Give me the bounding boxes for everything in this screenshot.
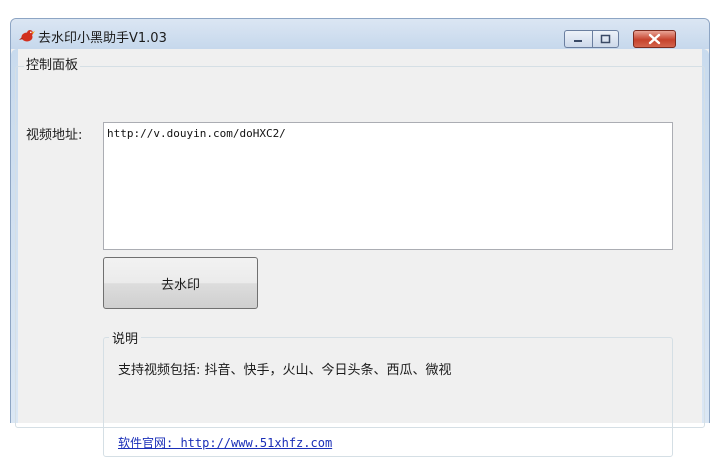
notes-title: 说明	[109, 328, 142, 347]
minimize-button[interactable]	[564, 30, 592, 48]
remove-watermark-button[interactable]: 去水印	[103, 257, 258, 309]
video-url-input[interactable]: http://v.douyin.com/doHXC2/	[103, 122, 673, 250]
window-title: 去水印小黑助手V1.03	[38, 31, 167, 46]
close-button[interactable]	[633, 30, 676, 48]
website-link[interactable]: 软件官网: http://www.51xhfz.com	[118, 434, 332, 451]
notes-group: 说明 支持视频包括: 抖音、快手，火山、今日头条、西瓜、微视 软件官网: htt…	[103, 328, 673, 457]
video-url-label: 视频地址:	[26, 128, 83, 143]
maximize-button[interactable]	[592, 30, 619, 48]
app-window: 去水印小黑助手V1.03 控制面板 视频地址: http://v.douyin.…	[10, 18, 710, 457]
close-icon	[648, 33, 661, 45]
client-area: 控制面板 视频地址: http://v.douyin.com/doHXC2/ 去…	[15, 49, 705, 457]
red-bird-icon	[19, 30, 35, 42]
minimize-icon	[574, 40, 582, 42]
control-panel-title: 控制面板	[24, 54, 81, 73]
supported-platforms-text: 支持视频包括: 抖音、快手，火山、今日头条、西瓜、微视	[118, 363, 452, 378]
title-bar[interactable]: 去水印小黑助手V1.03	[11, 19, 709, 49]
maximize-icon	[600, 34, 611, 44]
